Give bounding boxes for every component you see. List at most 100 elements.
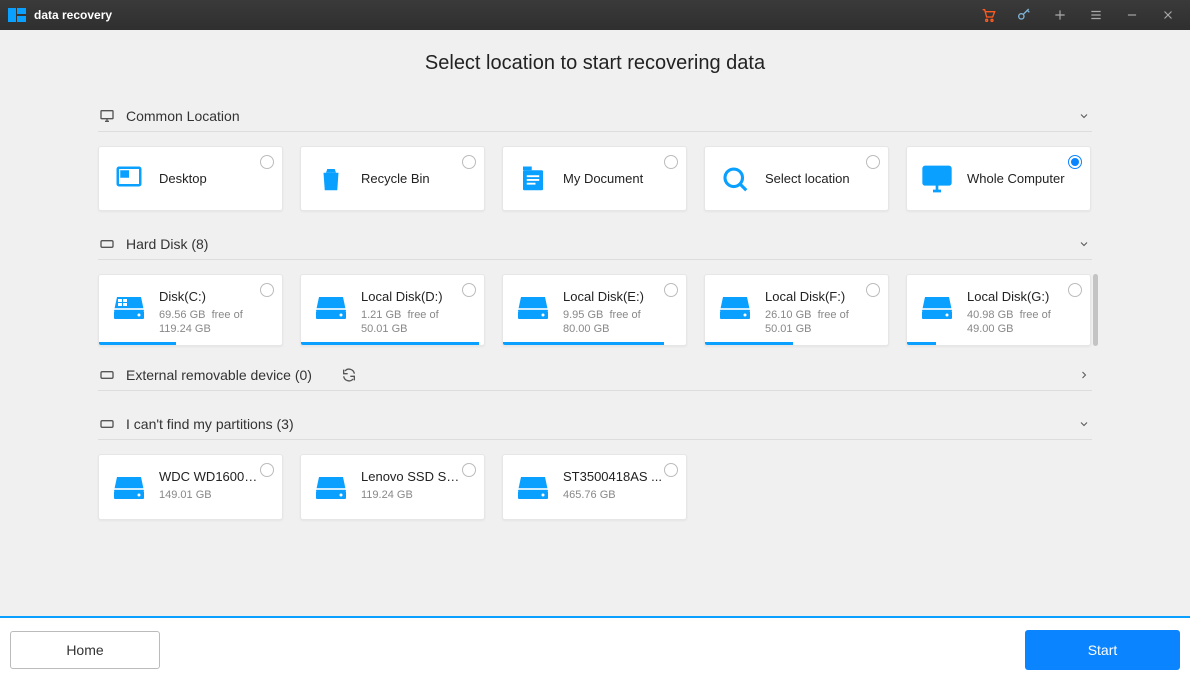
radio-indicator bbox=[462, 155, 476, 169]
section-title: External removable device (0) bbox=[126, 367, 312, 383]
partition-name: Lenovo SSD SL... bbox=[361, 469, 461, 484]
disk-name: Local Disk(G:) bbox=[967, 289, 1051, 304]
location-card[interactable]: Whole Computer bbox=[906, 146, 1091, 211]
disk-card[interactable]: Local Disk(D:) 1.21 GB free of50.01 GB bbox=[300, 274, 485, 346]
menu-icon[interactable] bbox=[1082, 0, 1110, 30]
disk-card[interactable]: Local Disk(E:) 9.95 GB free of80.00 GB bbox=[502, 274, 687, 346]
usage-bar bbox=[907, 342, 936, 345]
monitor-icon bbox=[98, 107, 116, 125]
radio-indicator bbox=[1068, 155, 1082, 169]
section-title: Common Location bbox=[126, 108, 240, 124]
disk-card[interactable]: Local Disk(G:) 40.98 GB free of49.00 GB bbox=[906, 274, 1091, 346]
radio-indicator bbox=[260, 463, 274, 477]
drive-icon bbox=[315, 471, 347, 503]
plus-icon[interactable] bbox=[1046, 0, 1074, 30]
radio-indicator bbox=[866, 283, 880, 297]
disk-icon bbox=[98, 235, 116, 253]
document-icon bbox=[517, 163, 549, 195]
disk-name: Local Disk(F:) bbox=[765, 289, 849, 304]
page-heading: Select location to start recovering data bbox=[0, 52, 1190, 75]
partition-size: 149.01 GB bbox=[159, 488, 259, 502]
section-header-hard-disk[interactable]: Hard Disk (8) bbox=[98, 229, 1092, 260]
usage-bar bbox=[301, 342, 479, 345]
partition-card[interactable]: WDC WD1600A... 149.01 GB bbox=[98, 454, 283, 520]
section-header-common[interactable]: Common Location bbox=[98, 101, 1092, 132]
desktop-icon bbox=[113, 163, 145, 195]
disk-name: Disk(C:) bbox=[159, 289, 243, 304]
location-label: Recycle Bin bbox=[361, 171, 430, 186]
cart-icon[interactable] bbox=[974, 0, 1002, 30]
radio-indicator bbox=[664, 283, 678, 297]
disk-usage: 9.95 GB free of80.00 GB bbox=[563, 308, 644, 337]
radio-indicator bbox=[462, 283, 476, 297]
disk-icon bbox=[98, 366, 116, 384]
drive-icon bbox=[113, 471, 145, 503]
radio-indicator bbox=[260, 283, 274, 297]
search-icon bbox=[719, 163, 751, 195]
partition-name: ST3500418AS ... bbox=[563, 469, 662, 484]
key-icon[interactable] bbox=[1010, 0, 1038, 30]
radio-indicator bbox=[260, 155, 274, 169]
radio-indicator bbox=[866, 155, 880, 169]
scrollbar[interactable] bbox=[1093, 274, 1098, 346]
app-title: data recovery bbox=[34, 8, 112, 22]
computer-icon bbox=[921, 163, 953, 195]
home-button[interactable]: Home bbox=[10, 631, 160, 669]
chevron-right-icon bbox=[1076, 367, 1092, 383]
section-header-partitions[interactable]: I can't find my partitions (3) bbox=[98, 409, 1092, 440]
location-label: Desktop bbox=[159, 171, 207, 186]
refresh-icon[interactable] bbox=[340, 366, 358, 384]
location-card[interactable]: Select location bbox=[704, 146, 889, 211]
radio-indicator bbox=[1068, 283, 1082, 297]
location-label: Whole Computer bbox=[967, 171, 1065, 186]
partition-name: WDC WD1600A... bbox=[159, 469, 259, 484]
drive-icon bbox=[113, 291, 145, 323]
disk-usage: 26.10 GB free of50.01 GB bbox=[765, 308, 849, 337]
disk-usage: 1.21 GB free of50.01 GB bbox=[361, 308, 443, 337]
close-icon[interactable] bbox=[1154, 0, 1182, 30]
radio-indicator bbox=[462, 463, 476, 477]
disk-name: Local Disk(E:) bbox=[563, 289, 644, 304]
location-label: Select location bbox=[765, 171, 850, 186]
section-title: Hard Disk (8) bbox=[126, 236, 208, 252]
section-header-external[interactable]: External removable device (0) bbox=[98, 360, 1092, 391]
recycle-bin-icon bbox=[315, 163, 347, 195]
usage-bar bbox=[99, 342, 176, 345]
chevron-down-icon bbox=[1076, 236, 1092, 252]
location-card[interactable]: Recycle Bin bbox=[300, 146, 485, 211]
partition-card[interactable]: Lenovo SSD SL... 119.24 GB bbox=[300, 454, 485, 520]
app-logo-icon bbox=[8, 8, 26, 22]
minimize-icon[interactable] bbox=[1118, 0, 1146, 30]
radio-indicator bbox=[664, 155, 678, 169]
footer: Home Start bbox=[0, 616, 1190, 682]
start-button[interactable]: Start bbox=[1025, 630, 1180, 670]
radio-indicator bbox=[664, 463, 678, 477]
chevron-down-icon bbox=[1076, 108, 1092, 124]
usage-bar bbox=[503, 342, 664, 345]
drive-icon bbox=[517, 471, 549, 503]
hard-disk-grid: Disk(C:) 69.56 GB free of119.24 GB Local D… bbox=[98, 274, 1092, 346]
title-bar: data recovery bbox=[0, 0, 1190, 30]
partition-card[interactable]: ST3500418AS ... 465.76 GB bbox=[502, 454, 687, 520]
disk-card[interactable]: Local Disk(F:) 26.10 GB free of50.01 GB bbox=[704, 274, 889, 346]
content: Common Location Desktop Recycle Bin My Doc… bbox=[98, 101, 1092, 520]
section-title: I can't find my partitions (3) bbox=[126, 416, 294, 432]
partition-size: 119.24 GB bbox=[361, 488, 461, 502]
location-label: My Document bbox=[563, 171, 643, 186]
location-card[interactable]: My Document bbox=[502, 146, 687, 211]
partition-grid: WDC WD1600A... 149.01 GB Lenovo SSD SL... 1… bbox=[98, 454, 1092, 520]
partition-size: 465.76 GB bbox=[563, 488, 662, 502]
disk-name: Local Disk(D:) bbox=[361, 289, 443, 304]
disk-usage: 40.98 GB free of49.00 GB bbox=[967, 308, 1051, 337]
drive-icon bbox=[315, 291, 347, 323]
disk-icon bbox=[98, 415, 116, 433]
location-card[interactable]: Desktop bbox=[98, 146, 283, 211]
disk-usage: 69.56 GB free of119.24 GB bbox=[159, 308, 243, 337]
drive-icon bbox=[719, 291, 751, 323]
main-area: Select location to start recovering data… bbox=[0, 30, 1190, 616]
disk-card[interactable]: Disk(C:) 69.56 GB free of119.24 GB bbox=[98, 274, 283, 346]
drive-icon bbox=[921, 291, 953, 323]
chevron-down-icon bbox=[1076, 416, 1092, 432]
drive-icon bbox=[517, 291, 549, 323]
usage-bar bbox=[705, 342, 793, 345]
